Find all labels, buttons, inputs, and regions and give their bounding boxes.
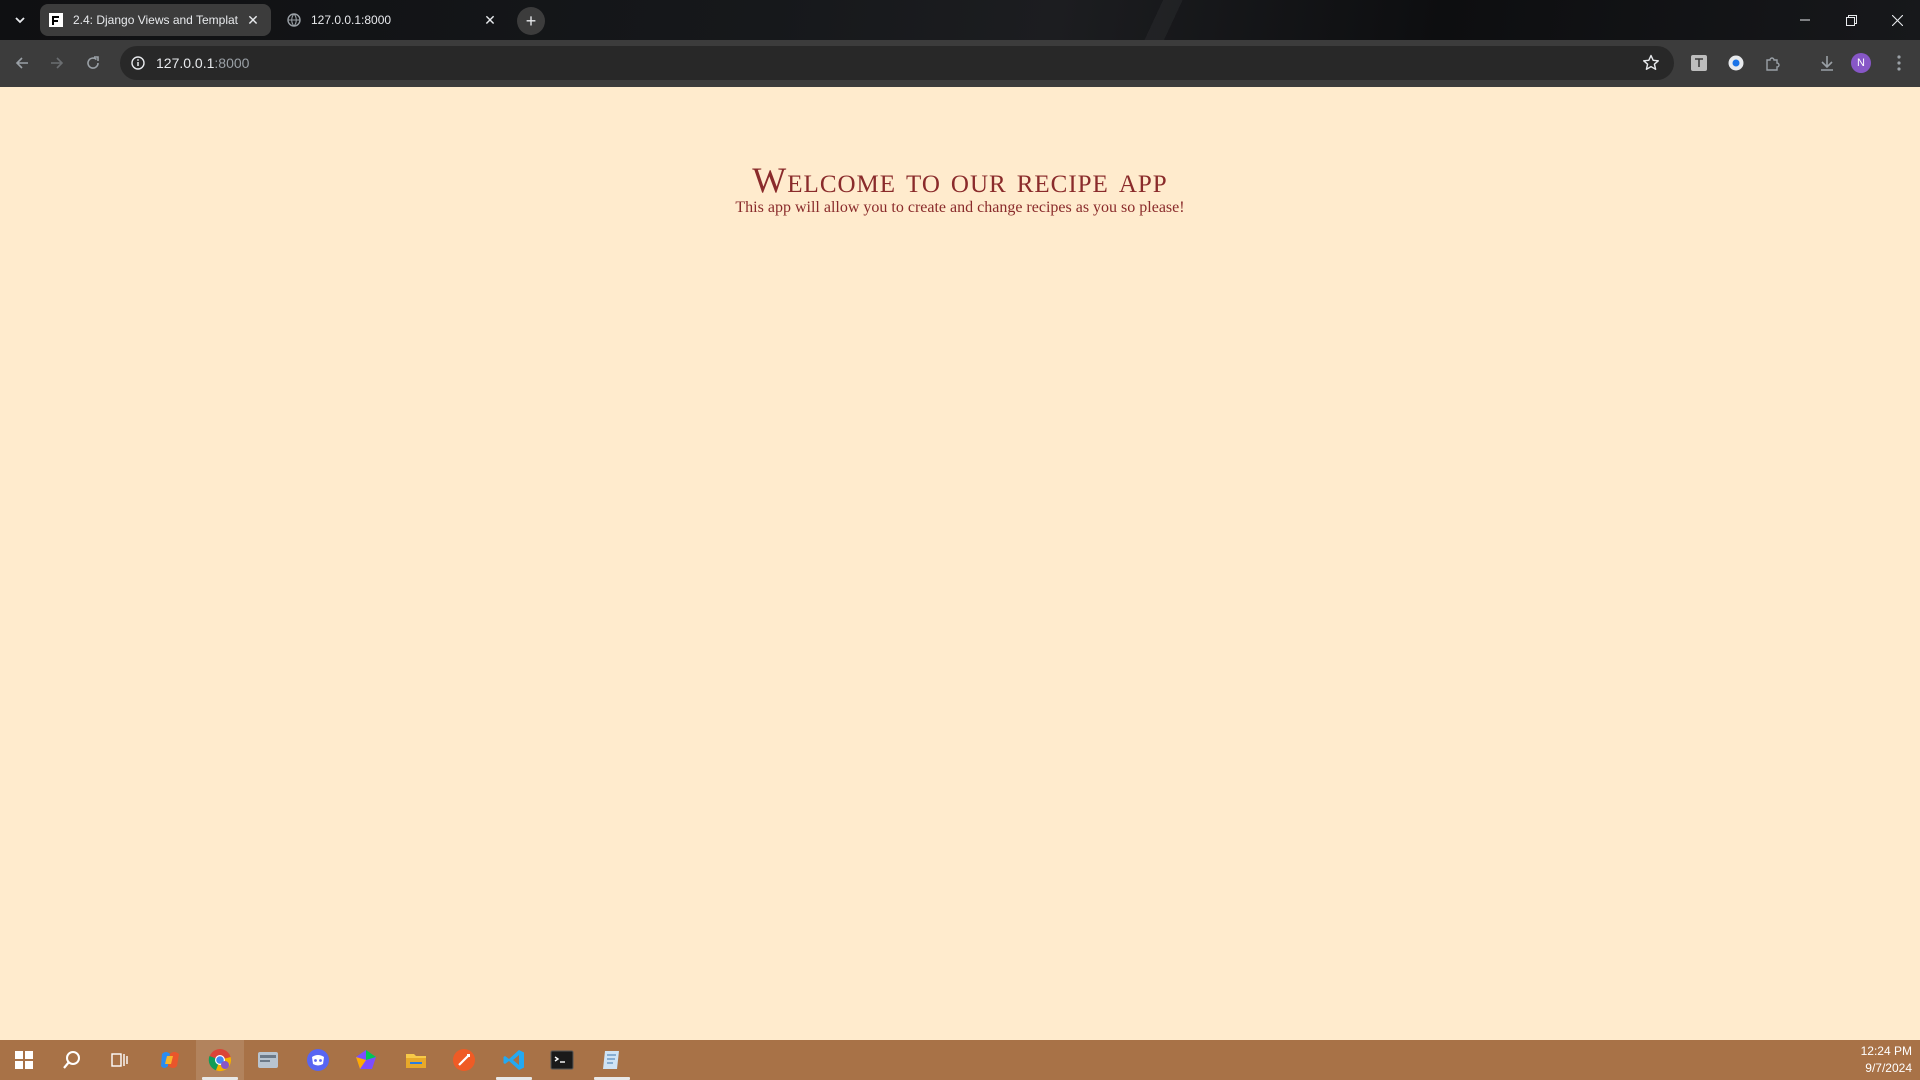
restore-icon <box>1845 14 1857 26</box>
terminal-icon[interactable] <box>538 1040 586 1080</box>
plus-icon: + <box>525 10 537 31</box>
file-explorer-icon[interactable] <box>392 1040 440 1080</box>
page-heading: Welcome to our recipe app <box>752 160 1168 200</box>
tab-django-views[interactable]: 2.4: Django Views and Templat ✕ <box>40 4 271 36</box>
close-icon <box>1891 14 1903 26</box>
tab-title: 2.4: Django Views and Templat <box>73 13 238 27</box>
url-port: :8000 <box>214 55 250 71</box>
tab-search-button[interactable] <box>8 8 32 32</box>
downloads-icon[interactable] <box>1816 52 1838 74</box>
profile-avatar[interactable]: N <box>1851 53 1871 73</box>
extensions-puzzle-icon[interactable] <box>1762 52 1784 74</box>
system-clock[interactable]: 12:24 PM 9/7/2024 <box>1861 1043 1912 1077</box>
files-app-icon[interactable] <box>244 1040 292 1080</box>
discord-icon[interactable] <box>294 1040 342 1080</box>
site-favicon-icon <box>48 12 64 28</box>
browser-titlebar: 2.4: Django Views and Templat ✕ 127.0.0.… <box>0 0 1920 40</box>
back-button[interactable] <box>7 48 37 78</box>
address-bar[interactable]: 127.0.0.1:8000 <box>120 46 1674 80</box>
new-tab-button[interactable]: + <box>517 7 545 35</box>
chrome-icon[interactable] <box>196 1040 244 1080</box>
chevron-down-icon <box>15 17 25 24</box>
browser-toolbar: 127.0.0.1:8000 N <box>0 40 1920 88</box>
clock-time: 12:24 PM <box>1860 1044 1912 1058</box>
url-text: 127.0.0.1:8000 <box>156 55 249 71</box>
minimize-icon <box>1800 19 1810 21</box>
close-tab-icon[interactable]: ✕ <box>480 10 500 30</box>
web-page: Welcome to our recipe app This app will … <box>0 87 1920 1040</box>
clock-date: 9/7/2024 <box>1865 1061 1912 1075</box>
bookmark-star-icon[interactable] <box>1642 54 1660 72</box>
reload-button[interactable] <box>78 48 108 78</box>
tab-title: 127.0.0.1:8000 <box>311 13 392 27</box>
arrow-left-icon <box>15 57 28 69</box>
forward-button[interactable] <box>42 48 72 78</box>
reload-icon <box>87 56 99 69</box>
app-icon[interactable] <box>342 1040 390 1080</box>
globe-icon <box>286 12 302 28</box>
start-icon[interactable] <box>0 1040 48 1080</box>
restore-button[interactable] <box>1828 0 1874 40</box>
close-window-button[interactable] <box>1874 0 1920 40</box>
extension-lens-icon[interactable] <box>1725 52 1747 74</box>
extension-translate-icon[interactable] <box>1688 52 1710 74</box>
notes-icon[interactable] <box>588 1040 636 1080</box>
url-host: 127.0.0.1 <box>156 55 215 71</box>
vscode-icon[interactable] <box>490 1040 538 1080</box>
minimize-button[interactable] <box>1782 0 1828 40</box>
windows-taskbar: 12:24 PM 9/7/2024 <box>0 1040 1920 1080</box>
info-icon[interactable] <box>130 55 146 71</box>
menu-kebab-icon[interactable] <box>1888 52 1910 74</box>
task-view-icon[interactable] <box>96 1040 144 1080</box>
close-tab-icon[interactable]: ✕ <box>243 10 263 30</box>
search-icon[interactable] <box>48 1040 96 1080</box>
arrow-right-icon <box>51 57 64 69</box>
postman-icon[interactable] <box>440 1040 488 1080</box>
tab-localhost[interactable]: 127.0.0.1:8000 ✕ <box>278 4 508 36</box>
copilot-icon[interactable] <box>146 1040 194 1080</box>
page-subtitle: This app will allow you to create and ch… <box>735 199 1185 216</box>
